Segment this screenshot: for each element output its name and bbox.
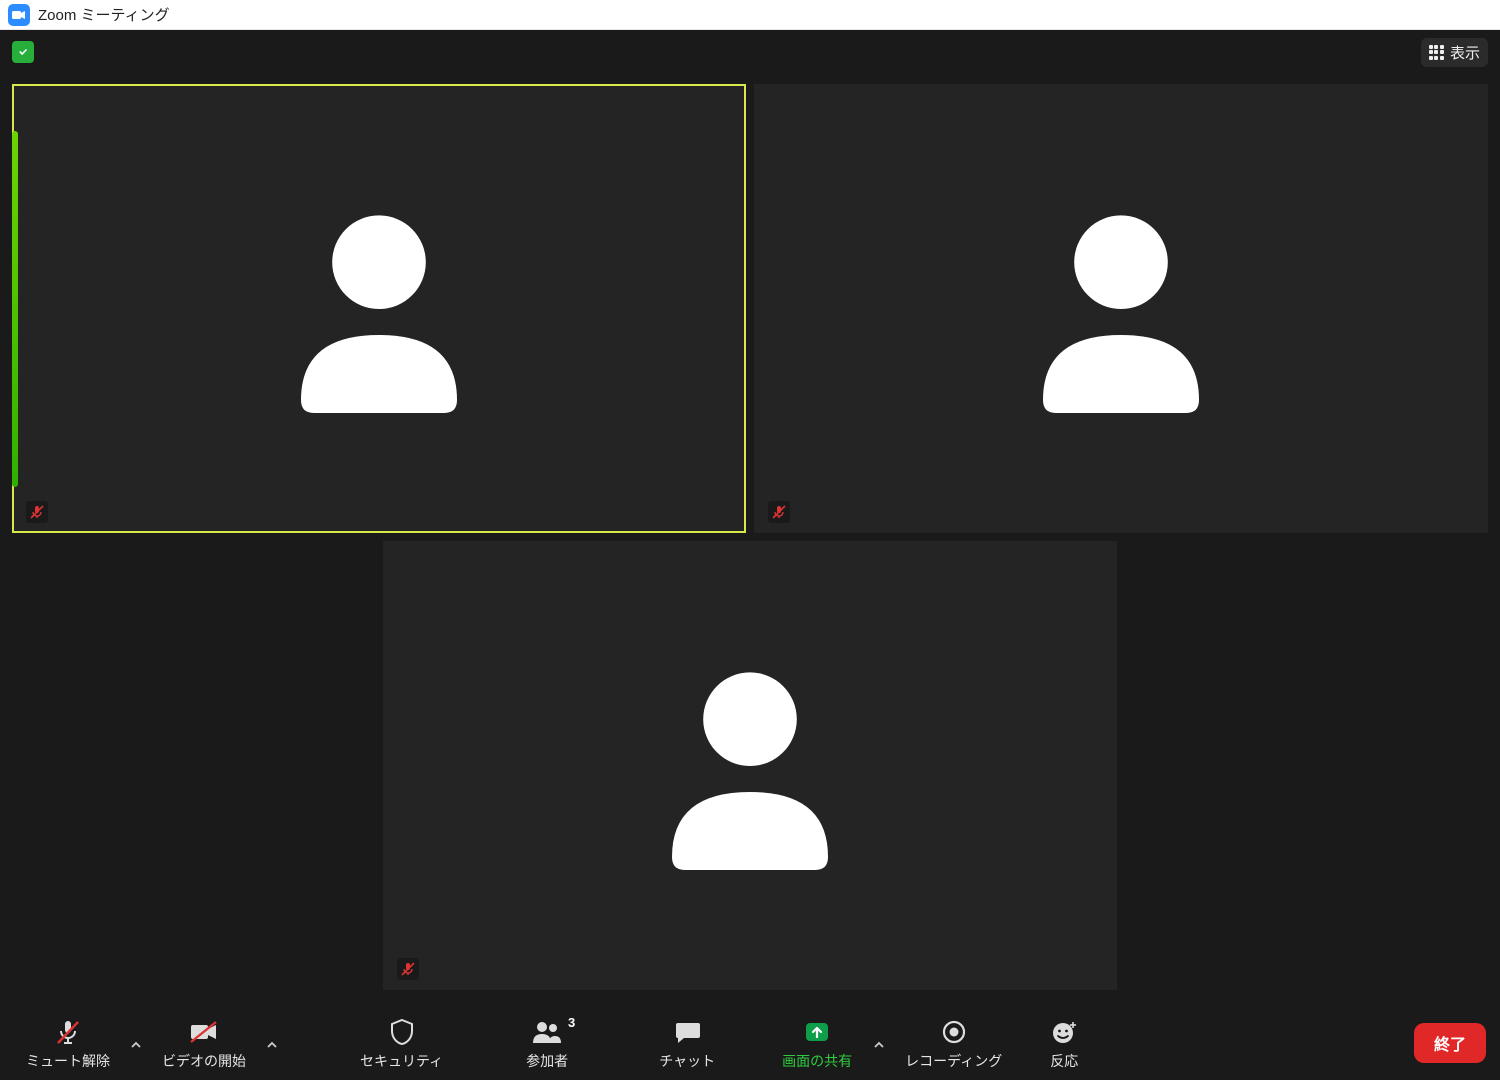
start-video-button[interactable]: ビデオの開始 <box>150 1013 258 1073</box>
reactions-label: 反応 <box>1050 1051 1078 1071</box>
grid-icon <box>1429 45 1444 60</box>
chat-button[interactable]: チャット <box>639 1013 735 1073</box>
share-screen-icon <box>802 1017 832 1047</box>
mic-muted-icon <box>768 501 790 523</box>
chat-icon <box>673 1017 701 1047</box>
meeting-header: 表示 <box>0 30 1500 74</box>
chat-label: チャット <box>659 1051 715 1071</box>
titlebar: Zoom ミーティング <box>0 0 1500 30</box>
mic-muted-icon <box>26 501 48 523</box>
avatar-placeholder-icon <box>249 179 509 439</box>
mic-muted-icon <box>397 958 419 980</box>
meeting-area: 表示 <box>0 30 1500 1080</box>
security-button[interactable]: セキュリティ <box>348 1013 455 1073</box>
avatar-placeholder-icon <box>620 636 880 896</box>
participants-icon: 3 <box>531 1017 563 1047</box>
mic-off-icon <box>54 1017 82 1047</box>
security-label: セキュリティ <box>360 1051 443 1071</box>
share-screen-button[interactable]: 画面の共有 <box>769 1013 865 1073</box>
video-gallery <box>0 74 1500 1006</box>
security-shield-icon <box>389 1017 415 1047</box>
reactions-button[interactable]: 反応 <box>1016 1013 1112 1073</box>
toolbar-left: ミュート解除 ビデオの開始 セキュリティ <box>14 1013 1390 1073</box>
avatar-placeholder-icon <box>991 179 1251 439</box>
start-video-label: ビデオの開始 <box>162 1051 246 1071</box>
toolbar-right: 終了 <box>1390 1023 1486 1063</box>
window-title: Zoom ミーティング <box>38 4 170 25</box>
reactions-icon <box>1050 1017 1078 1047</box>
participants-label: 参加者 <box>526 1051 568 1071</box>
audio-options-caret[interactable] <box>124 1017 148 1073</box>
record-button[interactable]: レコーディング <box>893 1013 1014 1073</box>
record-label: レコーディング <box>905 1051 1002 1071</box>
unmute-button[interactable]: ミュート解除 <box>14 1013 122 1073</box>
participants-count-badge: 3 <box>568 1015 575 1030</box>
participant-tile[interactable] <box>12 84 746 533</box>
share-options-caret[interactable] <box>867 1017 891 1073</box>
video-options-caret[interactable] <box>260 1017 284 1073</box>
unmute-label: ミュート解除 <box>26 1051 110 1071</box>
participant-tile[interactable] <box>383 541 1117 990</box>
end-meeting-button[interactable]: 終了 <box>1414 1023 1486 1063</box>
share-screen-label: 画面の共有 <box>782 1051 852 1071</box>
encryption-shield-icon[interactable] <box>12 41 34 63</box>
video-off-icon <box>188 1017 220 1047</box>
view-button[interactable]: 表示 <box>1421 38 1488 67</box>
participant-tile[interactable] <box>754 84 1488 533</box>
record-icon <box>941 1017 967 1047</box>
meeting-toolbar: ミュート解除 ビデオの開始 セキュリティ <box>0 1006 1500 1080</box>
view-label: 表示 <box>1450 42 1480 63</box>
zoom-logo-icon <box>8 4 30 26</box>
app-window: Zoom ミーティング 表示 <box>0 0 1500 1080</box>
participants-button[interactable]: 3 参加者 <box>499 1013 595 1073</box>
